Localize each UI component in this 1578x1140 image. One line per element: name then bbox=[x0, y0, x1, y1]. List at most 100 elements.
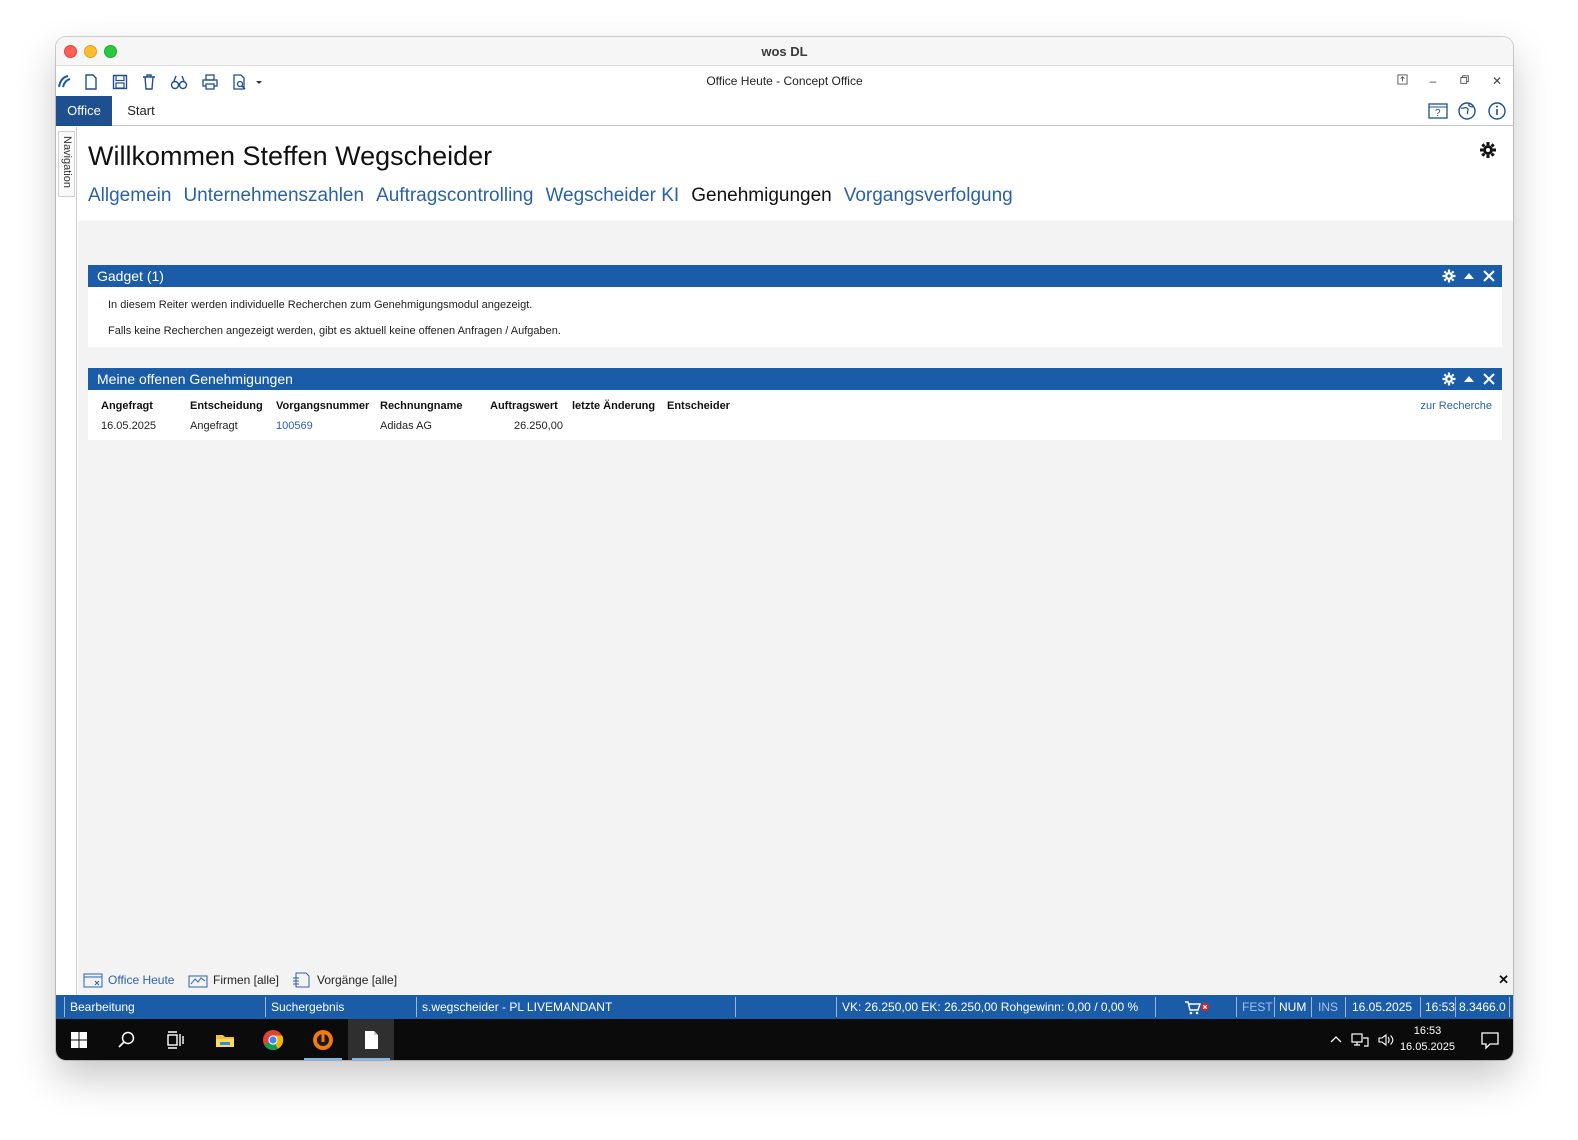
tab-genehmigungen[interactable]: Genehmigungen bbox=[691, 185, 832, 207]
help-icon[interactable]: ? bbox=[1428, 101, 1448, 121]
doc-tab-office-heute[interactable]: Office Heute bbox=[83, 972, 174, 988]
app-window: wos DL Office Heute - Concept Office – ✕… bbox=[56, 37, 1513, 1060]
column-header: Auftragswert bbox=[490, 400, 558, 412]
volume-icon[interactable] bbox=[1377, 1032, 1395, 1048]
tray-chevron-up-icon[interactable] bbox=[1329, 1033, 1343, 1047]
tab-allgemein[interactable]: Allgemein bbox=[88, 185, 171, 207]
column-header: Vorgangsnummer bbox=[276, 400, 370, 412]
main-header: Willkommen Steffen Wegscheider Allgemein… bbox=[78, 127, 1513, 221]
taskbar-clock[interactable]: 16:53 16.05.2025 bbox=[1400, 1023, 1455, 1055]
ribbon: Office Start ? bbox=[56, 96, 1513, 126]
ribbon-tab-office[interactable]: Office bbox=[56, 96, 112, 126]
column-header: letzte Änderung bbox=[572, 400, 656, 412]
column-header: Entscheidung bbox=[190, 400, 263, 412]
gadget-header: Gadget (1) bbox=[88, 265, 1502, 287]
gadget-settings-gear-icon[interactable] bbox=[1442, 371, 1456, 387]
gadget-close-icon[interactable] bbox=[1482, 268, 1496, 284]
mac-window-title: wos DL bbox=[761, 44, 808, 59]
navigation-strip: Navigation bbox=[56, 127, 77, 997]
app-titlebar: Office Heute - Concept Office – ✕ bbox=[56, 66, 1513, 96]
navigation-label: Navigation bbox=[61, 136, 73, 188]
page-tabs: Allgemein Unternehmenszahlen Auftragscon… bbox=[88, 185, 1013, 207]
info-line: Falls keine Recherchen angezeigt werden,… bbox=[108, 325, 561, 337]
mac-titlebar: wos DL bbox=[56, 37, 1513, 66]
info-line: In diesem Reiter werden individuelle Rec… bbox=[108, 299, 533, 311]
restore-icon[interactable] bbox=[1455, 72, 1475, 90]
minimize-icon[interactable]: – bbox=[1423, 72, 1443, 90]
gear-icon[interactable] bbox=[1479, 141, 1497, 159]
ribbon-tab-start[interactable]: Start bbox=[116, 96, 166, 126]
status-fest: FEST bbox=[1242, 1000, 1273, 1014]
tab-vorgangsverfolgung[interactable]: Vorgangsverfolgung bbox=[844, 185, 1013, 207]
clock-time: 16:53 bbox=[1413, 1025, 1442, 1037]
status-time: 16:53 bbox=[1425, 1000, 1456, 1014]
windows-start-icon[interactable] bbox=[56, 1019, 102, 1060]
globe-icon[interactable] bbox=[1457, 101, 1477, 121]
gadget-title: Meine offenen Genehmigungen bbox=[97, 371, 293, 387]
approvals-table: Angefragt Entscheidung Vorgangsnummer Re… bbox=[88, 390, 1502, 440]
gadget-controls bbox=[1442, 268, 1496, 284]
tab-auftragscontrolling[interactable]: Auftragscontrolling bbox=[376, 185, 533, 207]
doc-tab-firmen[interactable]: Firmen [alle] bbox=[188, 972, 279, 988]
column-header: Angefragt bbox=[101, 400, 153, 412]
zur-recherche-link[interactable]: zur Recherche bbox=[1420, 400, 1492, 412]
office-heute-icon bbox=[83, 973, 103, 988]
task-view-icon[interactable] bbox=[152, 1019, 198, 1060]
cart-icon[interactable] bbox=[1184, 999, 1212, 1015]
file-explorer-icon[interactable] bbox=[202, 1019, 248, 1060]
status-mode: Bearbeitung bbox=[70, 1000, 135, 1014]
vorgangsnummer-link[interactable]: 100569 bbox=[276, 420, 313, 432]
status-user: s.wegscheider - PL LIVEMANDANT bbox=[422, 1000, 613, 1014]
tab-wegscheider-ki[interactable]: Wegscheider KI bbox=[545, 185, 679, 207]
table-cell: 26.250,00 bbox=[514, 420, 563, 432]
tab-unternehmenszahlen[interactable]: Unternehmenszahlen bbox=[183, 185, 364, 207]
status-totals: VK: 26.250,00 EK: 26.250,00 Rohgewinn: 0… bbox=[842, 1000, 1139, 1014]
statusbar: Bearbeitung Suchergebnis s.wegscheider -… bbox=[56, 995, 1513, 1019]
close-tabs-icon[interactable]: ✕ bbox=[1498, 972, 1509, 988]
doc-tab-label: Vorgänge [alle] bbox=[317, 973, 398, 987]
gadget-settings-gear-icon[interactable] bbox=[1442, 268, 1456, 284]
app-orange-icon[interactable] bbox=[300, 1019, 346, 1060]
column-header: Entscheider bbox=[667, 400, 730, 412]
firmen-icon bbox=[188, 975, 208, 988]
table-cell: Angefragt bbox=[190, 420, 238, 432]
doc-tab-label: Firmen [alle] bbox=[213, 973, 280, 987]
document-tabs: Office Heute Firmen [alle] Vorgänge [all… bbox=[78, 965, 1513, 995]
app-title: Office Heute - Concept Office bbox=[706, 74, 863, 88]
status-date: 16.05.2025 bbox=[1352, 1000, 1413, 1014]
status-search: Suchergebnis bbox=[271, 1000, 345, 1014]
system-tray bbox=[1329, 1019, 1395, 1060]
search-icon[interactable] bbox=[104, 1019, 150, 1060]
gadget-body: In diesem Reiter werden individuelle Rec… bbox=[88, 287, 1502, 347]
action-center-icon[interactable] bbox=[1467, 1019, 1513, 1060]
gadget-collapse-icon[interactable] bbox=[1462, 371, 1476, 387]
page-title: Willkommen Steffen Wegscheider bbox=[88, 141, 493, 171]
gadget-controls bbox=[1442, 371, 1496, 387]
navigation-toggle[interactable]: Navigation bbox=[58, 131, 75, 197]
status-ins: INS bbox=[1318, 1000, 1339, 1014]
main-content: Willkommen Steffen Wegscheider Allgemein… bbox=[78, 127, 1513, 965]
network-icon[interactable] bbox=[1351, 1032, 1369, 1048]
status-num: NUM bbox=[1279, 1000, 1307, 1014]
chrome-icon[interactable] bbox=[250, 1019, 296, 1060]
gadget-info: Gadget (1) In diesem Reiter werden indiv… bbox=[88, 265, 1502, 347]
gadget-approvals: Meine offenen Genehmigungen Angefragt En… bbox=[88, 368, 1502, 440]
gadget-close-icon[interactable] bbox=[1482, 371, 1496, 387]
vorgaenge-icon bbox=[293, 972, 310, 988]
info-icon[interactable] bbox=[1487, 101, 1507, 121]
gadget-header: Meine offenen Genehmigungen bbox=[88, 368, 1502, 390]
doc-tab-label: Office Heute bbox=[108, 973, 175, 987]
restore-ribbon-icon[interactable] bbox=[1392, 72, 1412, 90]
taskbar: 16:53 16.05.2025 bbox=[56, 1019, 1513, 1060]
table-cell: 16.05.2025 bbox=[101, 420, 157, 432]
table-cell: Adidas AG bbox=[380, 420, 432, 432]
close-icon[interactable]: ✕ bbox=[1487, 72, 1507, 90]
doc-tab-vorgaenge[interactable]: Vorgänge [alle] bbox=[292, 972, 397, 988]
column-header: Rechnungname bbox=[380, 400, 463, 412]
clock-date: 16.05.2025 bbox=[1399, 1041, 1455, 1053]
gadget-collapse-icon[interactable] bbox=[1462, 268, 1476, 284]
svg-text:?: ? bbox=[1435, 108, 1441, 119]
status-version: 8.3466.0 bbox=[1459, 1000, 1506, 1014]
gadget-title: Gadget (1) bbox=[97, 268, 164, 284]
document-app-icon[interactable] bbox=[348, 1019, 394, 1060]
